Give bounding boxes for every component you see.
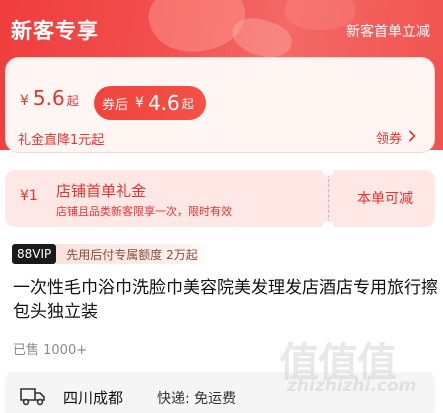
coupon-title: 店铺首单礼金 xyxy=(56,182,147,200)
after-coupon-value: 4.6 xyxy=(147,91,180,115)
current-price-suffix: 起 xyxy=(66,94,79,108)
coupon-notch xyxy=(322,170,334,176)
price-drop-text: 礼金直降1元起 xyxy=(18,133,105,148)
banner-decoration xyxy=(285,0,355,30)
current-price: ¥5.6 起 xyxy=(20,86,79,113)
current-price-value: 5.6 xyxy=(32,86,65,110)
coupon-description: 店铺且品类新客限享一次，限时有效 xyxy=(56,205,232,218)
shipping-fee: 快递: 免运费 xyxy=(157,391,237,407)
product-title: 一次性毛巾浴巾洗脸巾美容院美发理发店酒店专用旅行擦包头独立装 xyxy=(13,278,438,322)
price-card: ¥5.6 起 券后 ¥4.6 起 礼金直降1元起 领券 xyxy=(5,57,435,153)
coupon-use-button[interactable]: 本单可减 xyxy=(357,188,413,208)
truck-icon xyxy=(19,386,47,410)
after-coupon-price: 券后 ¥4.6 起 xyxy=(94,86,206,120)
ship-from-location: 四川成都 xyxy=(63,389,124,407)
store-coupon[interactable]: ¥1 店铺首单礼金 店铺且品类新客限享一次，限时有效 本单可减 xyxy=(5,170,435,227)
coupon-notch xyxy=(322,221,334,227)
vip-badge: 88VIP xyxy=(12,244,57,264)
shipping-info[interactable]: 四川成都 快递: 免运费 xyxy=(5,372,435,413)
currency-symbol: ¥ xyxy=(135,95,144,111)
sold-count: 已售 1000+ xyxy=(13,343,88,358)
after-coupon-suffix: 起 xyxy=(181,96,194,111)
coupon-amount: ¥1 xyxy=(20,188,38,204)
coupon-divider xyxy=(328,174,329,223)
banner-subtitle: 新客首单立减 xyxy=(346,24,430,40)
after-coupon-label: 券后 xyxy=(102,97,129,113)
vip-promo[interactable]: 88VIP 先用后付专属额度 2万起 xyxy=(12,243,212,265)
chevron-right-icon xyxy=(408,129,416,146)
claim-coupon-link[interactable]: 领券 xyxy=(376,128,416,147)
claim-coupon-label: 领券 xyxy=(375,132,402,147)
banner-title: 新客专享 xyxy=(11,19,99,43)
currency-symbol: ¥ xyxy=(20,93,29,109)
vip-promo-text: 先用后付专属额度 2万起 xyxy=(56,244,212,264)
